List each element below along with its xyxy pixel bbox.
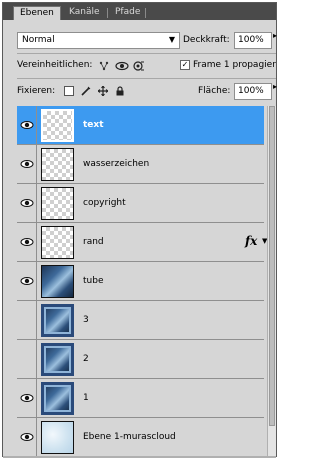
blend-mode-value: Normal — [22, 35, 55, 45]
visibility-toggle[interactable] — [17, 418, 37, 456]
layer-row-ebene-1-murascloud[interactable]: Ebene 1-murascloud — [17, 418, 264, 457]
eye-icon — [20, 433, 34, 441]
lock-position-icon[interactable] — [97, 85, 109, 97]
chevron-down-icon: ▼ — [168, 35, 175, 44]
divider — [17, 53, 276, 54]
fill-label: Fläche: — [198, 86, 231, 96]
layer-name: 1 — [83, 393, 89, 403]
tab-pfade[interactable]: Pfade — [109, 6, 146, 20]
unify-label: Vereinheitlichen: — [17, 60, 93, 70]
eye-icon — [20, 121, 34, 129]
fill-slider-arrow-icon[interactable]: ▸ — [273, 82, 277, 91]
layer-thumbnail — [41, 187, 74, 220]
layer-row-tube[interactable]: tube — [17, 262, 264, 301]
layer-thumbnail — [41, 304, 74, 337]
frame-propagate-checkbox[interactable]: ✓ — [180, 60, 190, 70]
layer-row-wasserzeichen[interactable]: wasserzeichen — [17, 145, 264, 184]
visibility-toggle[interactable] — [17, 184, 37, 222]
layers-panel: Ebenen Kanäle Pfade Normal ▼ Deckkraft: … — [2, 2, 277, 458]
layer-name: 3 — [83, 315, 89, 325]
layer-name: Ebene 1-murascloud — [83, 432, 176, 442]
unify-visibility-icon[interactable] — [115, 60, 129, 75]
layer-name: rand — [83, 237, 104, 247]
visibility-toggle[interactable] — [17, 223, 37, 261]
tab-bar: Ebenen Kanäle Pfade — [3, 3, 276, 20]
scrollbar-thumb[interactable] — [269, 106, 275, 426]
tab-kanaele[interactable]: Kanäle — [63, 6, 106, 20]
layer-thumbnail — [41, 382, 74, 415]
tab-divider — [107, 8, 108, 18]
visibility-toggle[interactable] — [17, 262, 37, 300]
opacity-label: Deckkraft: — [183, 35, 230, 45]
panel-bottom-edge — [3, 456, 276, 458]
fill-input[interactable]: 100% — [234, 83, 272, 100]
visibility-toggle[interactable] — [17, 301, 37, 339]
layer-row-rand[interactable]: rand fx ▼ — [17, 223, 267, 262]
opacity-slider-arrow-icon[interactable]: ▸ — [273, 31, 277, 40]
layer-thumbnail — [41, 226, 74, 259]
frame-propagate-label: Frame 1 propagier — [193, 60, 276, 70]
layer-row-1[interactable]: 1 — [17, 379, 264, 418]
visibility-toggle[interactable] — [17, 340, 37, 378]
layer-row-3[interactable]: 3 — [17, 301, 264, 340]
eye-icon — [20, 160, 34, 168]
lock-transparent-icon[interactable] — [64, 86, 74, 96]
divider — [17, 78, 276, 79]
eye-icon — [20, 238, 34, 246]
layer-row-copyright[interactable]: copyright — [17, 184, 264, 223]
layer-thumbnail — [41, 421, 74, 454]
tab-divider — [145, 8, 146, 18]
opacity-input[interactable]: 100% — [234, 32, 272, 49]
blend-mode-select[interactable]: Normal ▼ — [17, 32, 180, 49]
eye-icon — [20, 199, 34, 207]
layer-row-text[interactable]: text — [17, 106, 264, 145]
unify-style-icon[interactable] — [133, 60, 145, 75]
unify-position-icon[interactable] — [98, 60, 110, 75]
layer-name: copyright — [83, 198, 126, 208]
tab-ebenen[interactable]: Ebenen — [13, 6, 61, 20]
layer-name: tube — [83, 276, 104, 286]
layer-row-2[interactable]: 2 — [17, 340, 264, 379]
layer-thumbnail — [41, 148, 74, 181]
layers-scrollbar[interactable] — [267, 106, 276, 456]
lock-image-icon[interactable] — [81, 86, 91, 96]
lock-label: Fixieren: — [17, 86, 56, 96]
layer-thumbnail — [41, 343, 74, 376]
layer-name: text — [83, 120, 104, 130]
layers-list: text wasserzeichen copyright rand fx ▼ t… — [17, 106, 267, 457]
layer-name: 2 — [83, 354, 89, 364]
layer-thumbnail — [41, 265, 74, 298]
layer-thumbnail — [41, 109, 74, 142]
visibility-toggle[interactable] — [17, 379, 37, 417]
eye-icon — [20, 394, 34, 402]
visibility-toggle[interactable] — [17, 145, 37, 183]
eye-icon — [20, 277, 34, 285]
lock-all-icon[interactable] — [115, 86, 125, 96]
visibility-toggle[interactable] — [17, 106, 37, 144]
layer-effects-icon[interactable]: fx — [245, 234, 257, 248]
layer-name: wasserzeichen — [83, 159, 150, 169]
